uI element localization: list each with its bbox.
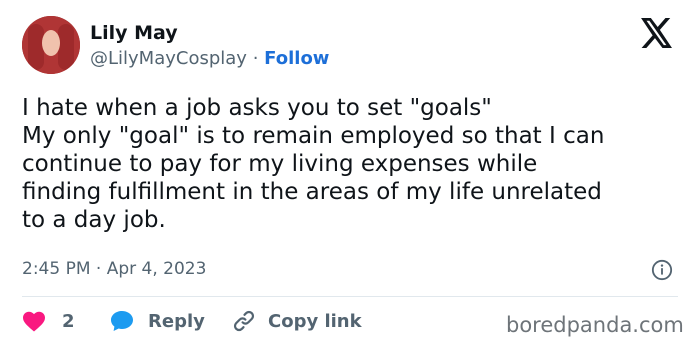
tweet-line: I hate when a job asks you to set "goals… — [22, 95, 492, 121]
tweet-line: continue to pay for my living expenses w… — [22, 151, 538, 177]
reply-label: Reply — [148, 310, 205, 332]
tweet-line: to a day job. — [22, 207, 166, 233]
like-button[interactable]: 2 — [22, 307, 75, 335]
author-name[interactable]: Lily May — [90, 22, 178, 44]
tweet-line: finding fulfillment in the areas of my l… — [22, 179, 602, 205]
link-icon — [233, 310, 255, 332]
avatar[interactable] — [22, 16, 80, 74]
reply-bubble-icon — [111, 311, 133, 331]
tweet-text: I hate when a job asks you to set "goals… — [22, 94, 682, 234]
like-count: 2 — [62, 310, 75, 332]
tweet-line: My only "goal" is to remain employed so … — [22, 123, 605, 149]
tweet-card: Lily May @LilyMayCosplay · Follow I hate… — [0, 0, 700, 348]
heart-icon — [23, 311, 45, 332]
reply-button[interactable]: Reply — [110, 307, 205, 335]
copy-link-label: Copy link — [268, 310, 362, 332]
x-logo-icon[interactable] — [640, 18, 674, 48]
follow-button[interactable]: Follow — [264, 48, 329, 69]
watermark: boredpanda.com — [506, 313, 684, 337]
info-icon[interactable] — [651, 259, 673, 281]
author-handle[interactable]: @LilyMayCosplay — [90, 48, 247, 69]
tweet-timestamp[interactable]: 2:45 PM · Apr 4, 2023 — [22, 259, 206, 279]
copy-link-button[interactable]: Copy link — [232, 307, 362, 335]
author-handle-row: @LilyMayCosplay · Follow — [90, 48, 329, 69]
divider — [22, 296, 678, 297]
separator-dot: · — [252, 48, 259, 69]
